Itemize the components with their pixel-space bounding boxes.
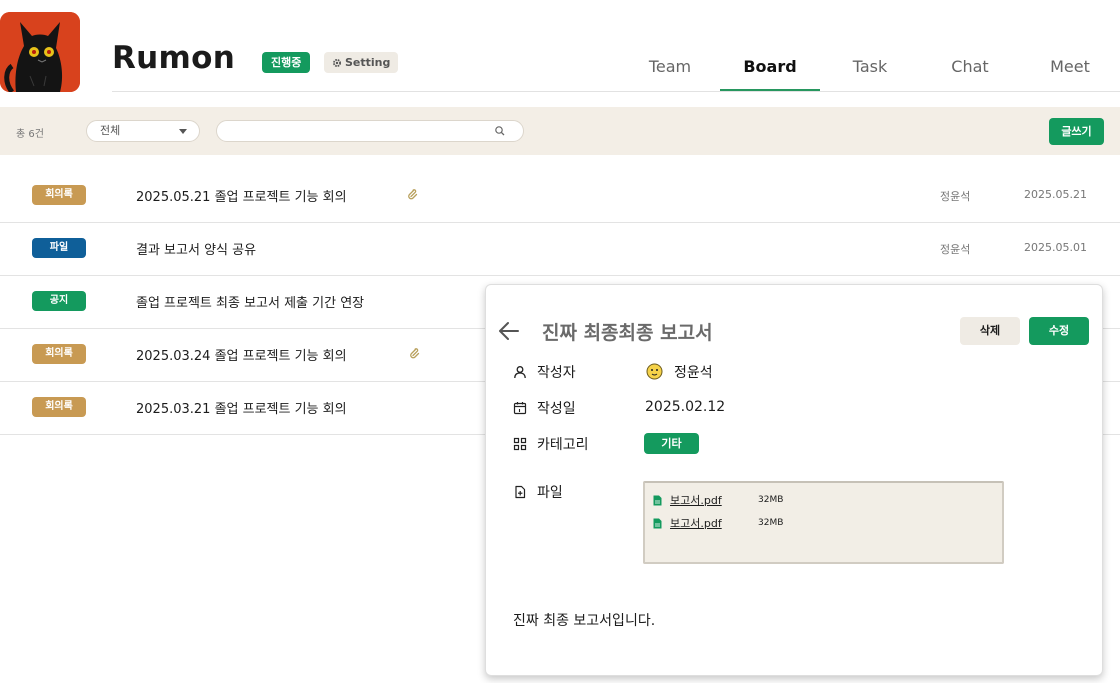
author-value: 정윤석 <box>674 365 713 381</box>
post-author: 정윤석 <box>940 243 971 256</box>
post-author: 정윤석 <box>940 190 971 203</box>
post-body-text: 진짜 최종 보고서입니다. <box>513 613 656 629</box>
category-filter-select[interactable]: 전체 <box>86 120 200 142</box>
post-category-tag: 회의록 <box>32 344 86 364</box>
attachment-name[interactable]: 보고서.pdf <box>670 492 758 508</box>
post-category-tag: 회의록 <box>32 185 86 205</box>
edit-button[interactable]: 수정 <box>1029 317 1089 345</box>
project-board-page: Rumon 진행중 Setting Team Board Task Chat M… <box>0 0 1120 683</box>
gear-icon <box>333 58 341 67</box>
attachment-size: 32MB <box>758 518 784 528</box>
attachment-item[interactable]: 보고서.pdf 32MB <box>653 491 783 509</box>
date-value: 2025.02.12 <box>645 399 726 415</box>
post-category-tag: 파일 <box>32 238 86 258</box>
dropdown-caret-icon <box>179 129 187 134</box>
status-badge: 진행중 <box>262 52 311 73</box>
tab-meet[interactable]: Meet <box>1020 50 1120 92</box>
search-box <box>216 120 524 143</box>
post-category-tag: 회의록 <box>32 397 86 417</box>
user-icon <box>514 366 526 379</box>
post-date: 2025.05.01 <box>1024 241 1087 254</box>
cat-logo <box>0 12 80 92</box>
tab-task[interactable]: Task <box>820 50 920 92</box>
file-doc-icon <box>653 518 662 528</box>
attachment-name[interactable]: 보고서.pdf <box>670 515 758 531</box>
category-label: 카테고리 <box>537 437 589 453</box>
back-arrow-icon[interactable] <box>497 319 521 343</box>
project-logo <box>0 12 80 92</box>
avatar <box>646 363 663 380</box>
category-badge: 기타 <box>644 433 699 454</box>
tab-chat[interactable]: Chat <box>920 50 1020 92</box>
tab-board[interactable]: Board <box>720 50 820 92</box>
paperclip-icon <box>408 189 418 200</box>
post-title: 결과 보고서 양식 공유 <box>136 243 257 258</box>
post-title: 2025.03.21 졸업 프로젝트 기능 회의 <box>136 402 347 417</box>
grid-icon <box>513 437 527 451</box>
app-title: Rumon <box>112 40 236 76</box>
author-label: 작성자 <box>537 365 576 381</box>
attachment-list: 보고서.pdf 32MB 보고서.pdf 32MB <box>643 481 1004 564</box>
total-count: 총 6건 <box>16 129 44 140</box>
filter-value: 전체 <box>100 124 121 137</box>
setting-label: Setting <box>345 56 391 69</box>
board-toolbar: 총 6건 전체 글쓰기 <box>0 107 1120 155</box>
delete-button[interactable]: 삭제 <box>960 317 1020 345</box>
files-label: 파일 <box>537 485 563 501</box>
post-row[interactable]: 회의록 2025.05.21 졸업 프로젝트 기능 회의 정윤석 2025.05… <box>0 170 1120 223</box>
search-icon[interactable] <box>494 125 506 137</box>
attachment-size: 32MB <box>758 495 784 505</box>
paperclip-icon <box>410 348 420 359</box>
setting-button[interactable]: Setting <box>324 52 399 73</box>
post-category-tag: 공지 <box>32 291 86 311</box>
post-date: 2025.05.21 <box>1024 188 1087 201</box>
tab-team[interactable]: Team <box>620 50 720 92</box>
main-nav: Team Board Task Chat Meet <box>620 50 1120 92</box>
file-add-icon <box>515 485 526 499</box>
post-detail-panel: 진짜 최종최종 보고서 삭제 수정 작성자 정윤석 작성일 2025.02.12 <box>485 284 1103 676</box>
attachment-item[interactable]: 보고서.pdf 32MB <box>653 514 783 532</box>
detail-title: 진짜 최종최종 보고서 <box>542 322 713 344</box>
post-title: 2025.03.24 졸업 프로젝트 기능 회의 <box>136 349 347 364</box>
write-post-button[interactable]: 글쓰기 <box>1049 118 1104 145</box>
post-title: 2025.05.21 졸업 프로젝트 기능 회의 <box>136 190 347 205</box>
post-title: 졸업 프로젝트 최종 보고서 제출 기간 연장 <box>136 296 365 311</box>
header-divider <box>112 91 1120 92</box>
search-input[interactable] <box>229 122 499 143</box>
date-label: 작성일 <box>537 401 576 417</box>
calendar-icon <box>513 402 527 415</box>
file-doc-icon <box>653 495 662 505</box>
post-row[interactable]: 파일 결과 보고서 양식 공유 정윤석 2025.05.01 <box>0 223 1120 276</box>
